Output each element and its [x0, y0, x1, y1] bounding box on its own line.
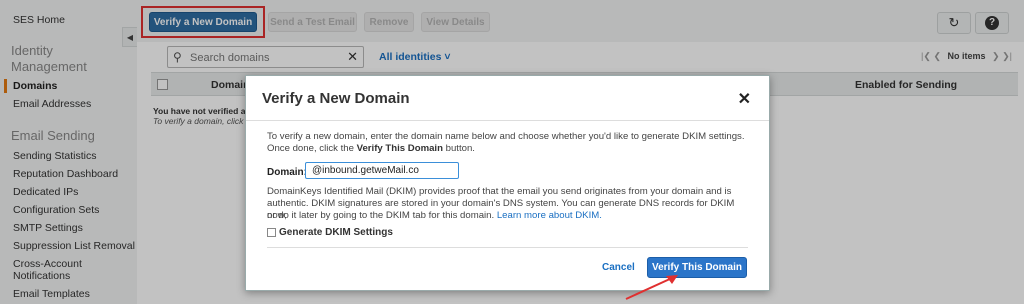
- divider: [246, 120, 769, 121]
- generate-dkim-checkbox[interactable]: [267, 228, 276, 237]
- annotation-arrow: [625, 275, 678, 300]
- intro-text-line1: To verify a new domain, enter the domain…: [267, 131, 745, 142]
- close-icon[interactable]: ✕: [738, 89, 751, 109]
- dkim-text-line1: DomainKeys Identified Mail (DKIM) provid…: [267, 186, 732, 197]
- dkim-line3-text: or do it later by going to the DKIM tab …: [267, 210, 497, 221]
- dkim-text-line3: or do it later by going to the DKIM tab …: [267, 210, 752, 222]
- intro-pre: Once done, click the: [267, 143, 357, 154]
- intro-post: button.: [442, 143, 475, 154]
- intro-text-line2: Once done, click the Verify This Domain …: [267, 143, 752, 155]
- divider: [267, 247, 748, 248]
- learn-more-dkim-link[interactable]: Learn more about DKIM.: [497, 210, 602, 221]
- intro-bold: Verify This Domain: [356, 143, 443, 154]
- domain-input[interactable]: [305, 162, 459, 179]
- dialog-title: Verify a New Domain: [262, 90, 410, 107]
- verify-domain-dialog: Verify a New Domain ✕ To verify a new do…: [245, 75, 770, 291]
- generate-dkim-label[interactable]: Generate DKIM Settings: [279, 227, 393, 238]
- domain-label: Domain:: [267, 167, 307, 178]
